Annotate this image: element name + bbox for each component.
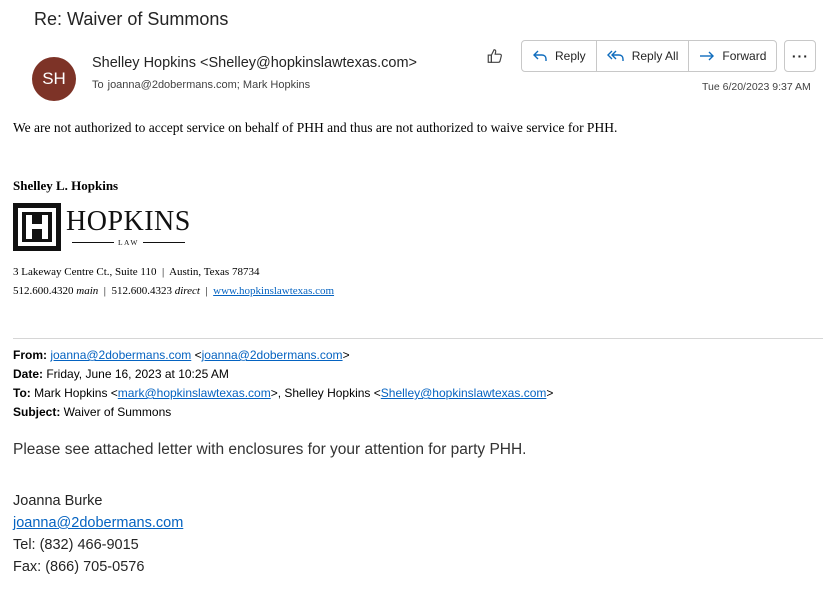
fwd-from-email-link[interactable]: joanna@2dobermans.com: [50, 348, 191, 362]
forward-arrow-icon: [700, 51, 715, 61]
recipients[interactable]: joanna@2dobermans.com; Mark Hopkins: [108, 79, 311, 91]
fwd-to-name-2: >, Shelley Hopkins <: [270, 386, 381, 400]
fwd-to-name-1: Mark Hopkins <: [30, 386, 118, 400]
fwd-subject: Waiver of Summons: [60, 405, 172, 419]
logo-rule-right: [142, 241, 185, 243]
more-actions-button[interactable]: ···: [784, 40, 817, 72]
hopkins-logo-mark-icon: [13, 203, 61, 251]
message-toolbar: Reply Reply All Forward ···: [478, 40, 817, 72]
joanna-tel: Tel: (832) 466-9015: [13, 537, 139, 553]
logo-wordmark: HOPKINS: [66, 205, 191, 237]
fwd-to-email-link-1[interactable]: mark@hopkinslawtexas.com: [118, 386, 271, 400]
fwd-to-email-link-2[interactable]: Shelley@hopkinslawtexas.com: [381, 386, 547, 400]
joanna-name: Joanna Burke: [13, 493, 103, 509]
reply-all-button[interactable]: Reply All: [597, 41, 690, 71]
reply-button-group: Reply Reply All Forward: [521, 40, 778, 72]
like-button[interactable]: [478, 41, 512, 71]
forwarded-header: From: joanna@2dobermans.com <joanna@2dob…: [13, 346, 553, 422]
sender-avatar[interactable]: SH: [32, 57, 76, 101]
reply-label: Reply: [555, 49, 586, 63]
forwarded-body-text: Please see attached letter with enclosur…: [13, 441, 527, 458]
reply-button[interactable]: Reply: [522, 41, 597, 71]
joanna-email-link[interactable]: joanna@2dobermans.com: [13, 515, 183, 531]
phone-main-label: main: [76, 285, 99, 297]
fwd-from-email-link-2[interactable]: joanna@2dobermans.com: [202, 348, 343, 362]
fwd-date-label: Date:: [13, 367, 44, 381]
fwd-date-line: Date: Friday, June 16, 2023 at 10:25 AM: [13, 365, 553, 384]
fwd-to-end: >: [546, 386, 554, 400]
logo-text: HOPKINS LAW: [66, 205, 191, 247]
joanna-signature: Joanna Burke joanna@2dobermans.com Tel: …: [13, 490, 183, 578]
fwd-from-gt: >: [342, 348, 350, 362]
fwd-subject-label: Subject:: [13, 405, 61, 419]
phone-direct-label: direct: [174, 285, 200, 297]
reply-all-icon: [606, 50, 624, 61]
reply-icon: [533, 50, 547, 61]
fwd-from-line: From: joanna@2dobermans.com <joanna@2dob…: [13, 346, 553, 365]
phone-direct: 512.600.4323: [111, 285, 172, 297]
fwd-subject-line: Subject: Waiver of Summons: [13, 403, 553, 422]
forward-divider: [13, 338, 823, 339]
recipients-line: To joanna@2dobermans.com; Mark Hopkins: [92, 79, 310, 91]
thumbs-up-icon: [487, 49, 502, 63]
signature-address: 3 Lakeway Centre Ct., Suite 110 | Austin…: [13, 266, 260, 278]
to-label: To: [92, 79, 104, 91]
joanna-fax: Fax: (866) 705-0576: [13, 559, 145, 575]
signature-phones: 512.600.4320 main | 512.600.4323 direct …: [13, 285, 334, 297]
signature-name: Shelley L. Hopkins: [13, 178, 119, 193]
sep-1: |: [98, 285, 112, 297]
hopkins-law-logo: HOPKINS LAW: [13, 203, 191, 251]
fwd-date: Friday, June 16, 2023 at 10:25 AM: [43, 367, 229, 381]
reply-all-label: Reply All: [631, 49, 679, 63]
forward-button[interactable]: Forward: [689, 41, 776, 71]
sep-2: |: [199, 285, 214, 297]
fwd-from-lt: <: [191, 348, 202, 362]
logo-sub-text: LAW: [117, 237, 139, 247]
logo-rule-left: [71, 241, 114, 243]
forward-label: Forward: [722, 49, 767, 63]
reply-body-text: We are not authorized to accept service …: [13, 120, 618, 135]
fwd-from-label: From:: [13, 348, 47, 362]
website-link[interactable]: www.hopkinslawtexas.com: [213, 285, 334, 297]
fwd-to-label: To:: [13, 386, 31, 400]
email-subject: Re: Waiver of Summons: [34, 9, 229, 29]
logo-subtitle: LAW: [68, 238, 189, 247]
message-timestamp: Tue 6/20/2023 9:37 AM: [702, 81, 811, 93]
fwd-to-line: To: Mark Hopkins <mark@hopkinslawtexas.c…: [13, 384, 553, 403]
sender-display[interactable]: Shelley Hopkins <Shelley@hopkinslawtexas…: [92, 55, 417, 71]
phone-main: 512.600.4320: [13, 285, 74, 297]
